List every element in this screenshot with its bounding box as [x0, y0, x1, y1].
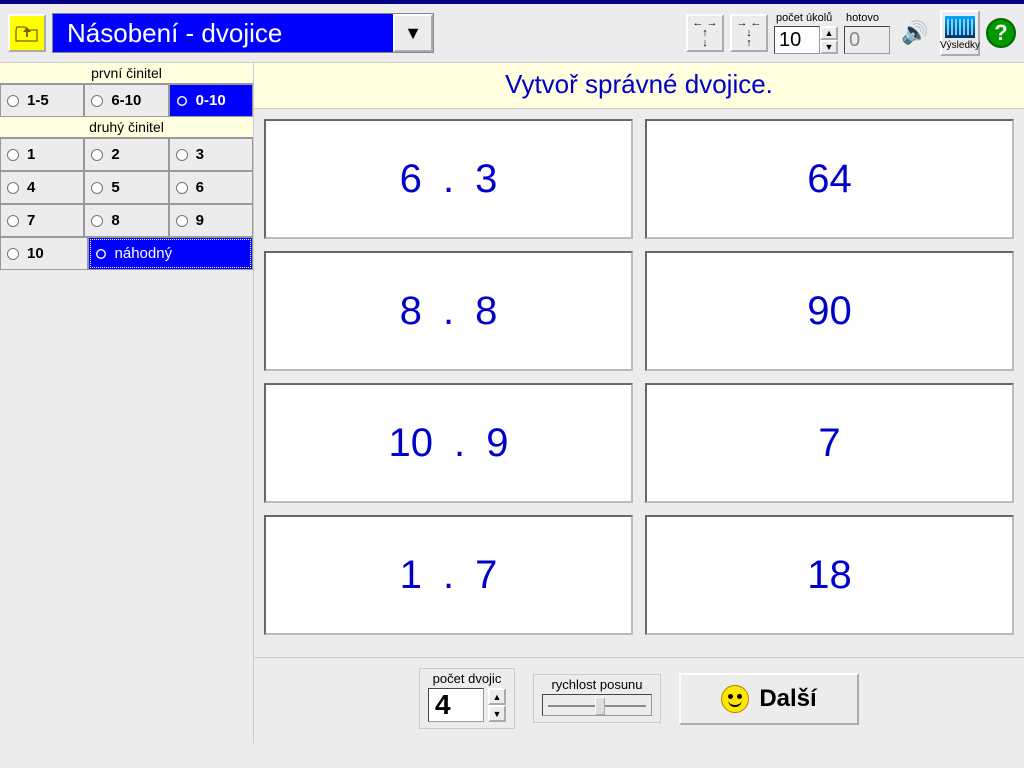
done-label: hotovo	[844, 12, 881, 26]
smiley-icon	[721, 685, 749, 713]
arrows-vertical2-icon: ↓	[702, 38, 708, 48]
right-column: 6490718	[645, 119, 1014, 653]
second-factor-option[interactable]: 8	[84, 204, 168, 237]
option-label: 2	[108, 145, 122, 164]
task-count-group: počet úkolů 10 ▲ ▼	[774, 12, 838, 54]
speed-label: rychlost posunu	[551, 677, 642, 694]
speed-slider[interactable]	[542, 694, 652, 716]
radio-icon[interactable]	[91, 95, 103, 107]
done-value: 0	[844, 26, 890, 54]
radio-icon[interactable]	[7, 248, 19, 260]
result-card[interactable]: 64	[645, 119, 1014, 239]
second-factor-option[interactable]: 7	[0, 204, 84, 237]
result-card[interactable]: 7	[645, 383, 1014, 503]
radio-icon[interactable]	[7, 215, 19, 227]
option-label: 9	[193, 211, 207, 230]
option-label: 3	[193, 145, 207, 164]
radio-icon[interactable]	[91, 182, 103, 194]
window-shrink-button[interactable]: → ← ↓ ↑	[730, 14, 768, 52]
radio-icon[interactable]	[91, 215, 103, 227]
option-label: 1	[24, 145, 38, 164]
second-factor-option[interactable]: 1	[0, 138, 84, 171]
arrows-in-vertical2-icon: ↑	[746, 38, 752, 48]
result-card[interactable]: 90	[645, 251, 1014, 371]
second-factor-option-random[interactable]: náhodný	[88, 237, 253, 270]
slider-thumb[interactable]	[595, 697, 605, 715]
radio-icon[interactable]	[176, 215, 188, 227]
radio-icon[interactable]	[176, 149, 188, 161]
second-factor-option[interactable]: 4	[0, 171, 84, 204]
second-factor-option[interactable]: 3	[169, 138, 253, 171]
dropdown-arrow-icon[interactable]: ▼	[393, 14, 433, 52]
radio-icon[interactable]	[7, 182, 19, 194]
option-label: 1-5	[24, 91, 52, 110]
pairs-count-up[interactable]: ▲	[488, 688, 506, 705]
radio-icon[interactable]	[95, 248, 107, 260]
instruction-text: Vytvoř správné dvojice.	[254, 63, 1024, 109]
speed-block: rychlost posunu	[533, 674, 661, 723]
radio-icon[interactable]	[176, 95, 188, 107]
option-label: 7	[24, 211, 38, 230]
result-card[interactable]: 18	[645, 515, 1014, 635]
left-column: 6 . 38 . 810 . 91 . 7	[264, 119, 633, 653]
pairs-count-down[interactable]: ▼	[488, 705, 506, 722]
second-factor-option[interactable]: 9	[169, 204, 253, 237]
pairs-count-label: počet dvojic	[433, 671, 502, 688]
radio-icon[interactable]	[7, 149, 19, 161]
first-factor-option[interactable]: 6-10	[84, 84, 168, 117]
second-factor-option[interactable]: 6	[169, 171, 253, 204]
expression-card[interactable]: 10 . 9	[264, 383, 633, 503]
main-area: první činitel 1-56-100-10 druhý činitel …	[0, 63, 1024, 743]
expression-card[interactable]: 8 . 8	[264, 251, 633, 371]
done-group: hotovo 0	[844, 12, 890, 54]
sound-button[interactable]: 🔊	[896, 14, 934, 52]
exercise-title: Násobení - dvojice	[53, 14, 393, 52]
first-factor-title: první činitel	[0, 63, 253, 84]
results-label: Výsledky	[940, 40, 980, 51]
expression-card[interactable]: 1 . 7	[264, 515, 633, 635]
pairs-count-block: počet dvojic 4 ▲ ▼	[419, 668, 515, 729]
option-label: 4	[24, 178, 38, 197]
option-label: 5	[108, 178, 122, 197]
task-count-down[interactable]: ▼	[820, 40, 838, 54]
results-chart-icon	[945, 16, 975, 38]
sidebar: první činitel 1-56-100-10 druhý činitel …	[0, 63, 254, 743]
bottom-controls: počet dvojic 4 ▲ ▼ rychlost posunu Další	[254, 657, 1024, 743]
task-count-label: počet úkolů	[774, 12, 834, 26]
content: Vytvoř správné dvojice. 6 . 38 . 810 . 9…	[254, 63, 1024, 743]
next-label: Další	[759, 685, 816, 713]
second-factor-option[interactable]: 10	[0, 237, 88, 270]
option-label: 10	[24, 244, 47, 263]
radio-icon[interactable]	[91, 149, 103, 161]
results-button[interactable]: Výsledky	[940, 10, 980, 56]
task-count-input[interactable]: 10	[774, 26, 820, 54]
open-folder-button[interactable]	[8, 14, 46, 52]
option-label: 6	[193, 178, 207, 197]
first-factor-option[interactable]: 1-5	[0, 84, 84, 117]
toolbar: Násobení - dvojice ▼ ← → ↑ ↓ → ← ↓ ↑ poč…	[0, 4, 1024, 63]
option-label: 6-10	[108, 91, 144, 110]
second-factor-option[interactable]: 5	[84, 171, 168, 204]
second-factor-title: druhý činitel	[0, 117, 253, 138]
folder-up-icon	[15, 23, 39, 43]
help-button[interactable]: ?	[986, 18, 1016, 48]
pairs-count-input[interactable]: 4	[428, 688, 484, 722]
radio-icon[interactable]	[7, 95, 19, 107]
expression-card[interactable]: 6 . 3	[264, 119, 633, 239]
pairs-grid: 6 . 38 . 810 . 91 . 7 6490718	[254, 109, 1024, 657]
window-expand-button[interactable]: ← → ↑ ↓	[686, 14, 724, 52]
task-count-up[interactable]: ▲	[820, 26, 838, 40]
option-label: náhodný	[112, 244, 176, 263]
option-label: 8	[108, 211, 122, 230]
next-button[interactable]: Další	[679, 673, 859, 725]
speaker-icon: 🔊	[901, 20, 928, 46]
radio-icon[interactable]	[176, 182, 188, 194]
option-label: 0-10	[193, 91, 229, 110]
exercise-dropdown[interactable]: Násobení - dvojice ▼	[52, 13, 434, 53]
first-factor-option[interactable]: 0-10	[169, 84, 253, 117]
second-factor-option[interactable]: 2	[84, 138, 168, 171]
